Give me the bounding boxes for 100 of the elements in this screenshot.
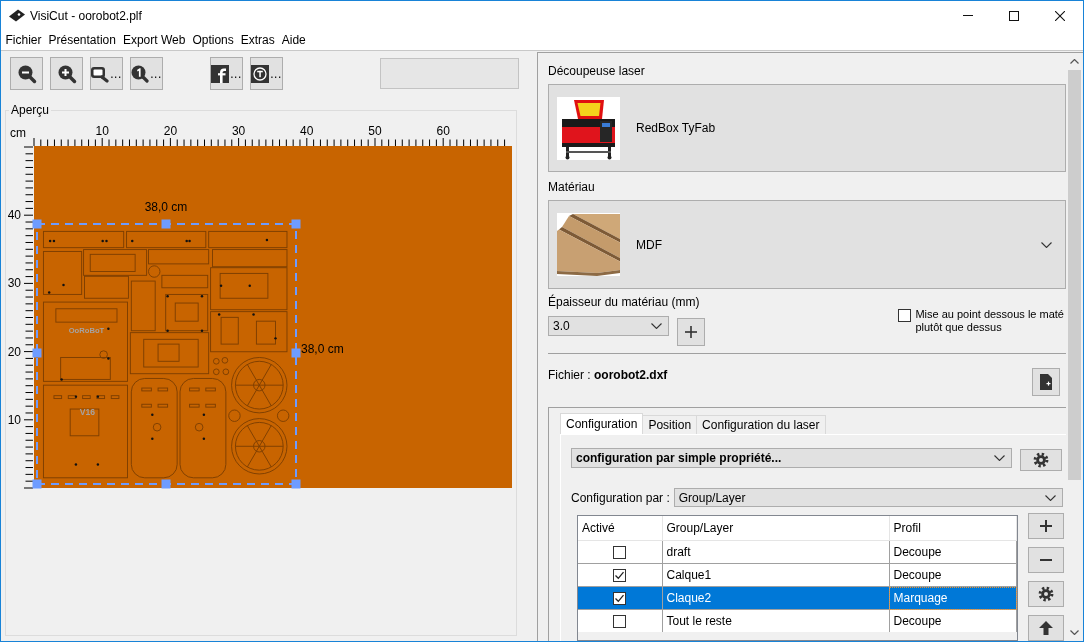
table-row[interactable]: Tout le reste Decoupe — [578, 609, 1017, 632]
menu-item[interactable]: Options — [188, 31, 238, 49]
settings-button[interactable] — [1028, 581, 1064, 607]
table-cell: Decoupe — [893, 568, 942, 582]
file-plus-icon — [1040, 374, 1052, 390]
section-label: Découpeuse laser — [548, 64, 646, 78]
menu-item[interactable]: Présentation — [45, 31, 120, 49]
arrow-up-icon — [1039, 621, 1053, 635]
table-row[interactable]: Calque1 Decoupe — [578, 563, 1017, 587]
table-row[interactable]: Claque2 Marquage — [578, 586, 1017, 610]
menu-item[interactable]: Aide — [278, 31, 310, 49]
field-label: Épaisseur du matériau (mm) — [548, 295, 701, 309]
laser-cutter-selector[interactable]: RedBox TyFab — [548, 84, 1066, 172]
maximize-icon — [1009, 10, 1019, 21]
menu-item[interactable]: Fichier — [2, 31, 45, 49]
remove-button[interactable] — [1028, 547, 1064, 573]
close-icon — [1055, 10, 1065, 21]
ruler-label: 30 — [7, 276, 21, 291]
group-title: Aperçu — [10, 103, 51, 117]
resize-handle[interactable] — [291, 348, 301, 358]
column-header[interactable]: Group/Layer — [666, 521, 734, 535]
letter-f-icon — [211, 64, 230, 83]
share-button[interactable]: ... — [210, 57, 243, 90]
engraved-text: OoRoBoT — [68, 325, 105, 335]
checkbox[interactable] — [613, 615, 627, 629]
ruler-label: 10 — [7, 412, 21, 427]
minimize-icon — [963, 15, 973, 16]
width-label: 38,0 cm — [144, 200, 188, 214]
resize-handle[interactable] — [161, 219, 171, 229]
laser-cutter-icon — [557, 96, 620, 160]
zoom-out-icon — [16, 63, 37, 84]
resize-handle[interactable] — [32, 479, 42, 489]
zoom-in-icon — [56, 63, 77, 84]
table-cell: Decoupe — [893, 614, 942, 628]
gear-icon — [1033, 452, 1049, 468]
field-label: Configuration par : — [571, 490, 670, 505]
thickness-dropdown[interactable]: 3.0 — [548, 316, 669, 336]
wood-boards-icon — [557, 213, 620, 276]
table-cell: draft — [666, 545, 691, 559]
zoom-area-button[interactable]: ... — [90, 57, 123, 90]
add-thickness-button[interactable] — [677, 318, 705, 346]
checkbox-label: Mise au point dessous le maté plutôt que dessus — [915, 308, 1064, 334]
column-header[interactable]: Profil — [893, 521, 921, 535]
tab[interactable]: Configuration — [560, 413, 644, 434]
resize-handle[interactable] — [291, 219, 301, 229]
checkbox[interactable] — [613, 592, 627, 606]
section-label: Matériau — [548, 180, 596, 194]
minus-icon — [1040, 559, 1052, 561]
chevron-down-icon — [1041, 241, 1052, 248]
resize-handle[interactable] — [32, 219, 42, 229]
checkbox[interactable] — [613, 546, 627, 560]
ruler-label: 20 — [7, 344, 21, 359]
chevron-down-icon — [651, 323, 662, 329]
actual-size-button[interactable]: ... — [130, 57, 163, 90]
checkbox[interactable] — [613, 569, 627, 583]
gear-icon — [1038, 586, 1054, 602]
window-title: VisiCut - oorobot2.plf — [30, 8, 142, 23]
menu-item[interactable]: Export Web — [119, 31, 189, 49]
table-cell: Tout le reste — [666, 614, 732, 628]
engraved-text: V16 — [79, 406, 95, 417]
ruler-label: 20 — [163, 124, 178, 138]
table-cell: Calque1 — [666, 568, 712, 582]
letter-t-icon — [251, 64, 270, 83]
height-label: 38,0 cm — [301, 342, 344, 356]
ruler-label: 40 — [300, 124, 314, 138]
ruler-label: 10 — [95, 124, 109, 138]
menu-item[interactable]: Extras — [237, 31, 279, 49]
unit-label: cm — [10, 126, 26, 140]
zoom-in-button[interactable] — [50, 57, 83, 90]
group-by-dropdown[interactable]: Group/Layer — [673, 488, 1063, 507]
export-button[interactable]: ... — [250, 57, 283, 90]
settings-button[interactable] — [1020, 449, 1062, 471]
ruler-label: 30 — [231, 124, 246, 138]
ruler-label: 40 — [7, 208, 21, 223]
scrollbar-thumb[interactable] — [1068, 70, 1081, 480]
resize-handle[interactable] — [32, 348, 42, 358]
zoom-out-button[interactable] — [10, 57, 43, 90]
preset-dropdown[interactable]: configuration par simple propriété... — [571, 448, 1012, 468]
resize-handle[interactable] — [161, 479, 171, 489]
app-icon — [9, 9, 25, 22]
plus-icon — [685, 326, 697, 338]
table-cell: Decoupe — [893, 545, 942, 559]
magnifier-icon — [91, 64, 110, 83]
table-row[interactable]: draft Decoupe — [578, 540, 1017, 564]
chevron-down-icon — [1045, 494, 1056, 501]
plus-icon — [1040, 520, 1052, 532]
add-button[interactable] — [1028, 513, 1064, 539]
file-label: Fichier : oorobot2.dxf — [548, 368, 668, 382]
chevron-up-icon — [1070, 59, 1079, 64]
resize-handle[interactable] — [291, 479, 301, 489]
table-cell: Marquage — [893, 591, 948, 605]
magnifier-icon — [131, 64, 150, 83]
add-file-button[interactable] — [1032, 368, 1060, 396]
table-cell: Claque2 — [666, 591, 712, 605]
ruler-label: 50 — [368, 124, 382, 138]
tab[interactable]: Configuration du laser — [696, 415, 826, 434]
move-up-button[interactable] — [1028, 615, 1064, 641]
ruler-label: 60 — [436, 124, 450, 138]
checkbox[interactable] — [898, 309, 912, 322]
material-dropdown[interactable]: MDF — [548, 200, 1066, 289]
